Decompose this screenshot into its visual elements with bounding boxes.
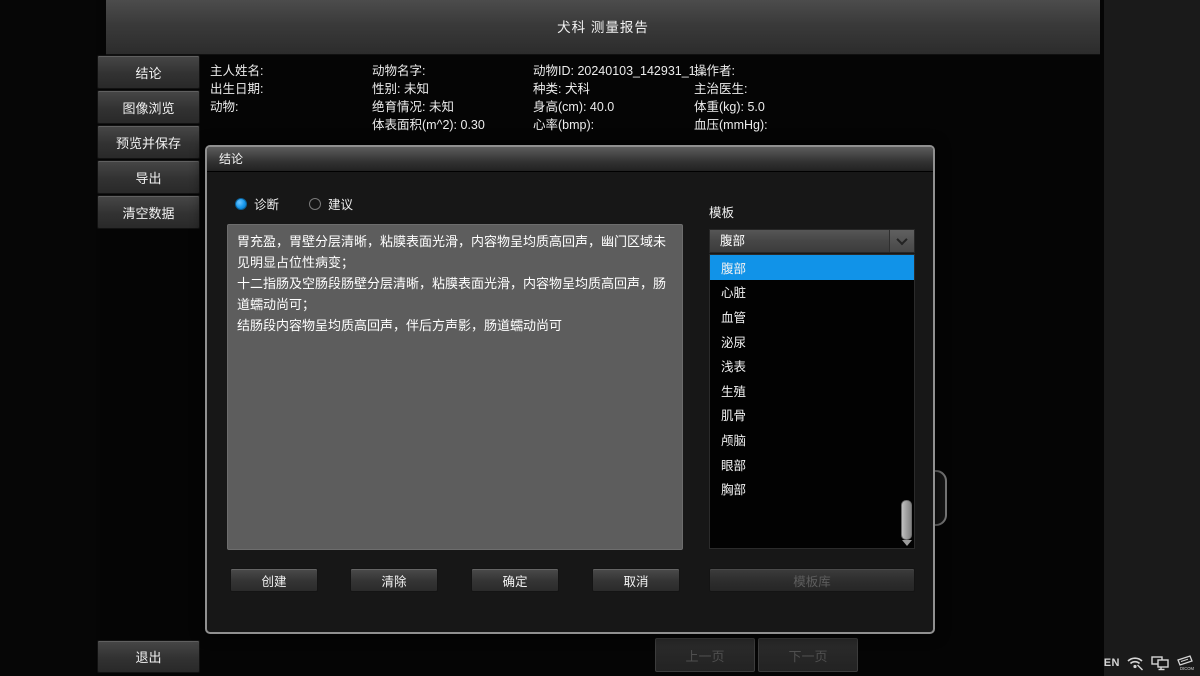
scrollbar-thumb[interactable] — [901, 500, 912, 540]
body-surface-field: 体表面积(m^2): 0.30 — [372, 116, 542, 134]
animal-field: 动物: — [210, 98, 380, 116]
chevron-down-icon — [896, 234, 907, 245]
window-title: 犬科 测量报告 — [106, 0, 1100, 55]
diagnosis-textarea[interactable]: 胃充盈，胃壁分层清晰，粘膜表面光滑，内容物呈均质高回声，幽门区域未见明显占位性病… — [227, 224, 683, 550]
sidebar-item-preview-save[interactable]: 预览并保存 — [97, 125, 200, 159]
sidebar-item-clear-data[interactable]: 清空数据 — [97, 195, 200, 229]
radio-diagnosis[interactable]: 诊断 — [235, 194, 279, 213]
window-titlebar: 犬科 测量报告 — [106, 0, 1100, 55]
status-tray: EN DICOM — [1104, 653, 1194, 673]
animal-id-field: 动物ID: 20240103_142931_1… — [533, 62, 713, 80]
patient-info-column: 操作者: 主治医生: 体重(kg): 5.0 血压(mmHg): — [694, 62, 864, 134]
patient-info-column: 动物ID: 20240103_142931_1… 种类: 犬科 身高(cm): … — [533, 62, 713, 134]
gender-field: 性别: 未知 — [372, 80, 542, 98]
sidebar-item-conclusion[interactable]: 结论 — [97, 55, 200, 89]
svg-text:DICOM: DICOM — [1180, 666, 1194, 671]
patient-info-column: 动物名字: 性别: 未知 绝育情况: 未知 体表面积(m^2): 0.30 — [372, 62, 542, 134]
sidebar-item-image-browse[interactable]: 图像浏览 — [97, 90, 200, 124]
exit-button[interactable]: 退出 — [97, 640, 200, 673]
weight-field: 体重(kg): 5.0 — [694, 98, 864, 116]
operator-field: 操作者: — [694, 62, 864, 80]
blood-pressure-field: 血压(mmHg): — [694, 116, 864, 134]
birth-date-field: 出生日期: — [210, 80, 380, 98]
radio-suggestion[interactable]: 建议 — [309, 194, 353, 213]
template-option-eye[interactable]: 眼部 — [710, 452, 914, 477]
radio-selected-icon — [235, 198, 247, 210]
patient-info-column: 主人姓名: 出生日期: 动物: — [210, 62, 380, 116]
template-select[interactable]: 腹部 — [709, 229, 915, 253]
owner-name-field: 主人姓名: — [210, 62, 380, 80]
template-dropdown-list: 腹部 心脏 血管 泌尿 浅表 生殖 肌骨 颅脑 眼部 胸部 — [709, 254, 915, 549]
select-arrow-box[interactable] — [889, 230, 914, 252]
template-option-reproductive[interactable]: 生殖 — [710, 378, 914, 403]
heart-rate-field: 心率(bmp): — [533, 116, 713, 134]
next-page-button[interactable]: 下一页 — [758, 638, 858, 672]
template-option-chest[interactable]: 胸部 — [710, 476, 914, 501]
dicom-icon: DICOM — [1176, 655, 1194, 671]
left-margin — [0, 0, 96, 676]
previous-page-button[interactable]: 上一页 — [655, 638, 755, 672]
create-button[interactable]: 创建 — [230, 568, 318, 592]
confirm-button[interactable]: 确定 — [471, 568, 559, 592]
template-option-abdomen[interactable]: 腹部 — [710, 255, 914, 280]
scrollbar-down-arrow-icon[interactable] — [902, 540, 912, 546]
conclusion-dialog: 结论 诊断 建议 胃充盈，胃壁分层清晰，粘膜表面光滑，内容物呈均质高回声，幽门区… — [205, 145, 935, 634]
wifi-icon — [1127, 656, 1144, 671]
cancel-button[interactable]: 取消 — [592, 568, 680, 592]
language-indicator[interactable]: EN — [1104, 657, 1120, 669]
attending-vet-field: 主治医生: — [694, 80, 864, 98]
height-field: 身高(cm): 40.0 — [533, 98, 713, 116]
veterinary-report-screen: 犬科 测量报告 结论 图像浏览 预览并保存 导出 清空数据 主人姓名: 出生日期… — [0, 0, 1200, 676]
species-field: 种类: 犬科 — [533, 80, 713, 98]
template-option-cranial[interactable]: 颅脑 — [710, 427, 914, 452]
template-option-urinary[interactable]: 泌尿 — [710, 329, 914, 354]
template-option-superficial[interactable]: 浅表 — [710, 353, 914, 378]
neutered-field: 绝育情况: 未知 — [372, 98, 542, 116]
template-library-button[interactable]: 模板库 — [709, 568, 915, 592]
template-label: 模板 — [709, 202, 734, 221]
dropdown-scrollbar[interactable] — [901, 256, 913, 547]
dual-display-icon — [1151, 656, 1169, 671]
clear-button[interactable]: 清除 — [350, 568, 438, 592]
animal-name-field: 动物名字: — [372, 62, 542, 80]
template-option-vascular[interactable]: 血管 — [710, 304, 914, 329]
patient-info-header: 主人姓名: 出生日期: 动物: 动物名字: 性别: 未知 绝育情况: 未知 体表… — [210, 62, 1080, 142]
conclusion-type-radios: 诊断 建议 — [235, 194, 353, 213]
dialog-title: 结论 — [207, 147, 933, 172]
radio-unselected-icon — [309, 198, 321, 210]
template-selected-value: 腹部 — [720, 234, 745, 248]
template-option-heart[interactable]: 心脏 — [710, 280, 914, 305]
template-option-musculoskeletal[interactable]: 肌骨 — [710, 403, 914, 428]
sidebar-item-export[interactable]: 导出 — [97, 160, 200, 194]
